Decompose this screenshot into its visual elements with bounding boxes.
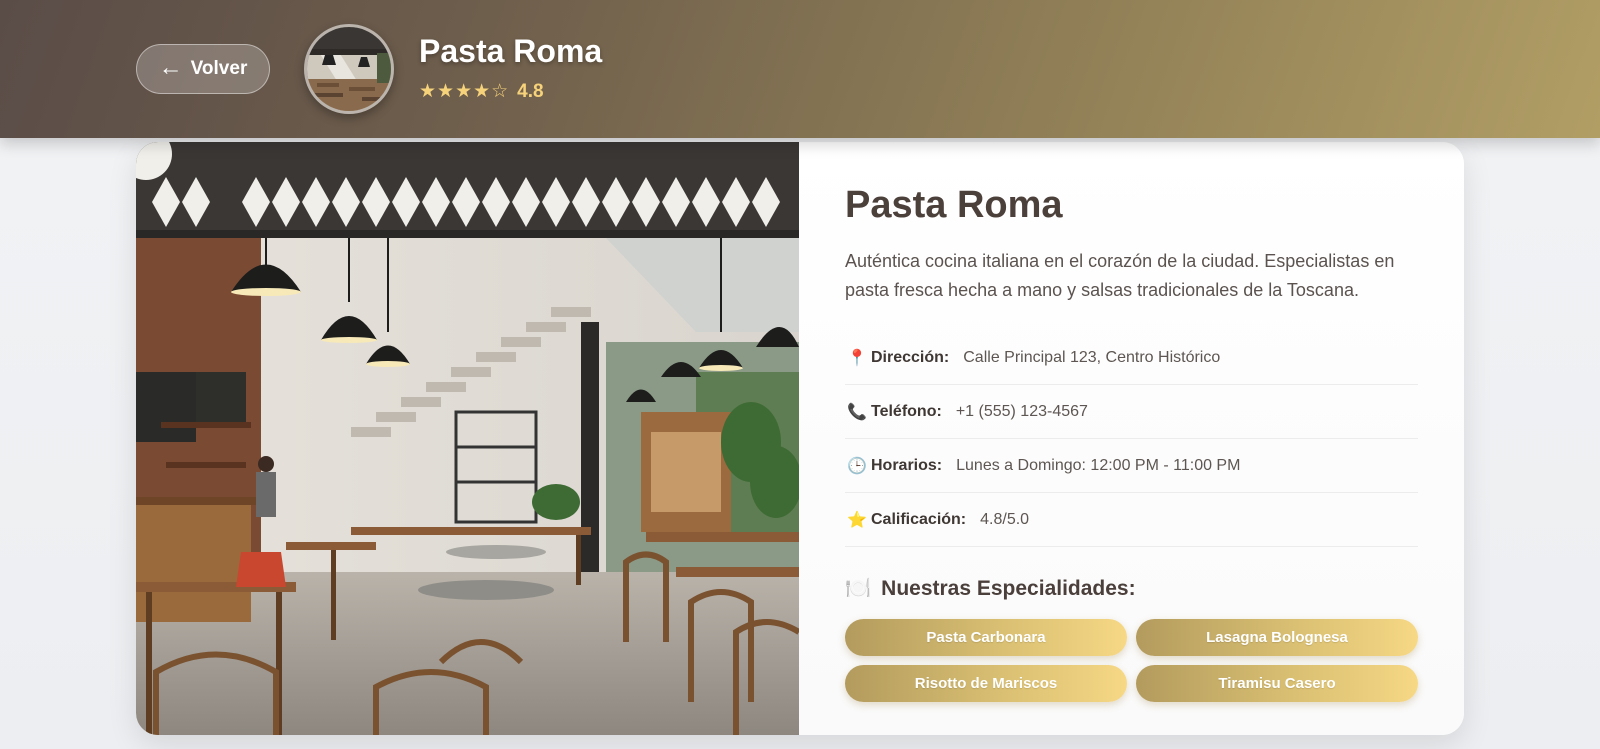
specialty-tag[interactable]: Pasta Carbonara [845,619,1127,656]
back-button-label: Volver [190,58,248,79]
phone-icon: 📞 [847,403,867,421]
restaurant-card: Pasta Roma Auténtica cocina italiana en … [136,142,1464,735]
specialty-tag[interactable]: Lasagna Bolognesa [1136,619,1418,656]
restaurant-photo [136,142,799,735]
plate-cutlery-icon: 🍽️ [845,577,872,600]
restaurant-avatar [304,24,394,114]
clock-icon: 🕒 [847,457,867,475]
specialties-title: Nuestras Especialidades: [881,577,1136,600]
header-bar: ← Volver Pasta Roma ★★★★☆ 4.8 [0,0,1600,138]
detail-row-phone: 📞 Teléfono: +1 (555) 123-4567 [845,385,1418,439]
detail-value: 4.8/5.0 [980,510,1030,528]
specialty-tag[interactable]: Risotto de Mariscos [845,665,1127,702]
detail-label: Horarios: [871,456,943,474]
detail-label: Teléfono: [871,402,942,420]
arrow-left-icon: ← [158,54,183,81]
detail-label: Calificación: [871,510,967,528]
detail-row-rating: ⭐ Calificación: 4.8/5.0 [845,493,1418,547]
rating-stars-icon: ★★★★☆ [419,81,510,102]
location-pin-icon: 📍 [847,349,867,367]
specialty-tag[interactable]: Tiramisu Casero [1136,665,1418,702]
star-icon: ⭐ [847,511,867,529]
detail-row-hours: 🕒 Horarios: Lunes a Domingo: 12:00 PM - … [845,439,1418,493]
restaurant-name: Pasta Roma [845,184,1063,226]
detail-value: Lunes a Domingo: 12:00 PM - 11:00 PM [956,456,1241,474]
rating-value: 4.8 [517,80,544,102]
detail-label: Dirección: [871,348,950,366]
header-rating: ★★★★☆ 4.8 [419,80,544,103]
restaurant-description: Auténtica cocina italiana en el corazón … [845,251,1395,300]
specialties-list: Pasta Carbonara Lasagna Bolognesa Risott… [845,619,1418,702]
detail-value: +1 (555) 123-4567 [955,402,1088,420]
header-title: Pasta Roma [419,33,603,69]
detail-row-address: 📍 Dirección: Calle Principal 123, Centro… [845,331,1418,385]
restaurant-info: Pasta Roma Auténtica cocina italiana en … [799,142,1464,735]
specialties-heading: 🍽️ Nuestras Especialidades: [845,577,1418,601]
detail-value: Calle Principal 123, Centro Histórico [963,348,1221,366]
back-button[interactable]: ← Volver [136,44,270,94]
